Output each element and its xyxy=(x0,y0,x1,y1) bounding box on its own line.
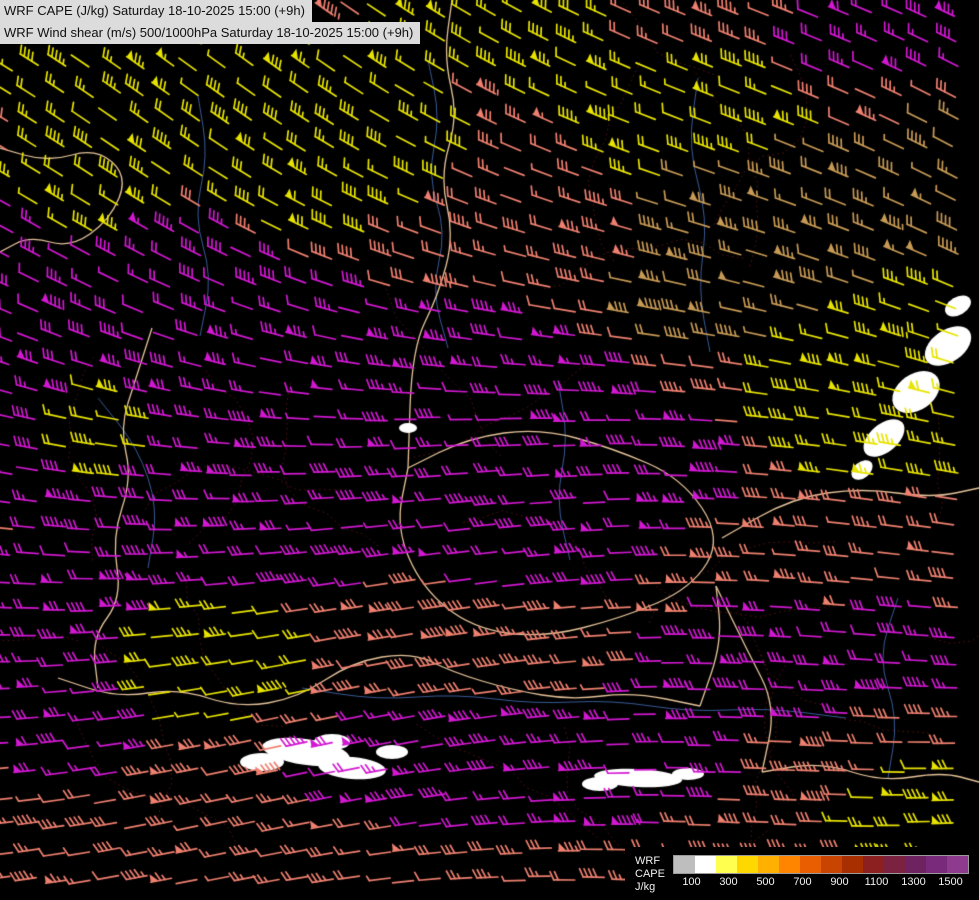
legend-swatch xyxy=(863,856,884,873)
legend-swatch xyxy=(821,856,842,873)
legend-label-column: WRF CAPE J/kg xyxy=(635,855,665,894)
legend-swatch xyxy=(695,856,716,873)
legend-swatch xyxy=(716,856,737,873)
legend-tick: 1300 xyxy=(895,876,932,888)
legend-tick: 1500 xyxy=(932,876,969,888)
legend-tick: 900 xyxy=(821,876,858,888)
legend-swatch xyxy=(905,856,926,873)
map-title-cape: WRF CAPE (J/kg) Saturday 18-10-2025 15:0… xyxy=(0,0,312,22)
legend-tick: 300 xyxy=(710,876,747,888)
legend-tick: 100 xyxy=(673,876,710,888)
map-title-wind-shear: WRF Wind shear (m/s) 500/1000hPa Saturda… xyxy=(0,22,420,44)
legend-swatch xyxy=(842,856,863,873)
legend-tick-labels: 100300500700900110013001500 xyxy=(673,876,969,888)
legend-label-cape: CAPE xyxy=(635,868,665,881)
legend-swatch xyxy=(884,856,905,873)
legend-color-swatches xyxy=(673,855,969,874)
legend-swatch xyxy=(758,856,779,873)
legend-tick: 1100 xyxy=(858,876,895,888)
legend-swatch xyxy=(674,856,695,873)
legend-swatch xyxy=(737,856,758,873)
weather-map-screen: WRF CAPE (J/kg) Saturday 18-10-2025 15:0… xyxy=(0,0,979,900)
legend-swatch xyxy=(947,856,968,873)
legend-label-wrf: WRF xyxy=(635,855,665,868)
legend-scale: 100300500700900110013001500 xyxy=(673,855,969,888)
legend-swatch xyxy=(800,856,821,873)
legend-swatch xyxy=(926,856,947,873)
weather-map-canvas xyxy=(0,0,979,900)
legend-tick: 500 xyxy=(747,876,784,888)
legend-label-unit: J/kg xyxy=(635,881,665,894)
legend-swatch xyxy=(779,856,800,873)
cape-legend: WRF CAPE J/kg 10030050070090011001300150… xyxy=(625,847,979,900)
legend-tick: 700 xyxy=(784,876,821,888)
